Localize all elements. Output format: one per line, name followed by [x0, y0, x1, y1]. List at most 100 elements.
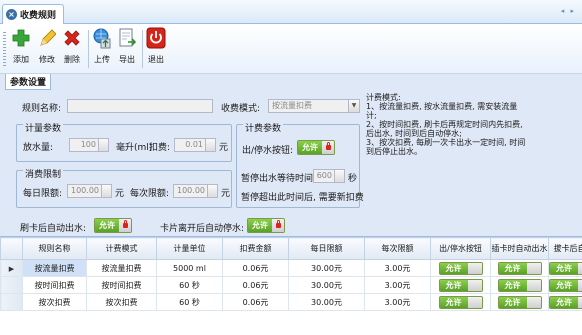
- grid-toggle-on: 允许: [439, 296, 468, 308]
- export-label: 导出: [119, 55, 135, 64]
- cell-toggle[interactable]: 允许: [430, 276, 491, 294]
- swipe-auto-toggle-on: 允许: [95, 219, 119, 232]
- grid-toggle[interactable]: 允许: [438, 278, 483, 292]
- cell-daily[interactable]: 30.00元: [288, 276, 365, 294]
- cell-name[interactable]: 按流量扣费: [22, 259, 87, 277]
- delete-x-icon: [62, 26, 82, 50]
- grid-toggle[interactable]: 允许: [549, 295, 582, 309]
- column-header[interactable]: 计费模式: [86, 237, 157, 260]
- cell-fee[interactable]: 0.06元: [222, 276, 289, 294]
- upload-button[interactable]: 上传: [91, 26, 113, 65]
- cell-toggle[interactable]: 允许: [490, 276, 549, 294]
- grid-toggle-off: [526, 279, 541, 291]
- stop-button-toggle[interactable]: 允许: [297, 140, 335, 155]
- cell-fee[interactable]: 0.06元: [222, 259, 289, 277]
- leave-stop-toggle[interactable]: 允许: [247, 218, 285, 233]
- column-header[interactable]: 扣费金额: [222, 237, 289, 260]
- column-header[interactable]: 规则名称: [22, 237, 87, 260]
- cell-fee[interactable]: 0.06元: [222, 293, 289, 311]
- grid-toggle[interactable]: 允许: [438, 295, 483, 309]
- cell-toggle[interactable]: 允许: [548, 293, 582, 311]
- grid-header-row: 规则名称 计费模式 计量单位 扣费金额 每日限额 每次限额 出/停水按钮 插卡时…: [0, 237, 582, 260]
- cell-each[interactable]: 3.00元: [364, 259, 431, 277]
- cell-each[interactable]: 3.00元: [364, 276, 431, 294]
- delete-button[interactable]: 删除: [61, 26, 83, 65]
- cell-each[interactable]: 3.00元: [364, 293, 431, 311]
- cell-toggle[interactable]: 允许: [548, 259, 582, 277]
- edit-label: 修改: [39, 55, 55, 64]
- cell-mode[interactable]: 按时间扣费: [86, 276, 157, 294]
- column-header[interactable]: 计量单位: [156, 237, 223, 260]
- column-header[interactable]: 出/停水按钮: [430, 237, 491, 260]
- deduct-spinner[interactable]: 0.01: [174, 138, 216, 152]
- tab-title: 收费规则: [20, 11, 57, 21]
- each-limit-spinner[interactable]: 100.00: [173, 184, 218, 198]
- grid-toggle[interactable]: 允许: [549, 261, 582, 275]
- grid-toggle[interactable]: 允许: [438, 261, 483, 275]
- grid-toggle-on: 允许: [550, 296, 578, 308]
- column-header[interactable]: 每次限额: [364, 237, 431, 260]
- column-header[interactable]: 拔卡后自: [548, 237, 582, 260]
- rule-name-input[interactable]: [67, 99, 213, 113]
- mode-select[interactable]: 按流量扣费 ▼: [268, 99, 360, 113]
- grid-toggle[interactable]: 允许: [497, 278, 542, 292]
- each-limit-label: 每次限额:: [130, 189, 170, 199]
- toolbar-separator: [88, 30, 89, 68]
- row-pointer[interactable]: ▶: [0, 259, 23, 277]
- cell-toggle[interactable]: 允许: [490, 293, 549, 311]
- chevron-down-icon[interactable]: ▼: [348, 100, 359, 112]
- column-header[interactable]: 每日限额: [288, 237, 365, 260]
- add-button[interactable]: 添加: [10, 26, 32, 65]
- exit-button[interactable]: 退出: [145, 26, 167, 65]
- tab-fee-rules[interactable]: × 收费规则: [2, 4, 64, 24]
- cell-unit[interactable]: 60 秒: [156, 276, 223, 294]
- cell-toggle[interactable]: 允许: [430, 293, 491, 311]
- parameter-panel: 参数设置 规则名称: 收费模式: 按流量扣费 ▼ 计量参数 放水量: 100 毫…: [0, 74, 582, 237]
- cell-name[interactable]: 按次扣费: [22, 293, 87, 311]
- grid-toggle-off: [578, 262, 582, 274]
- mode-label: 收费模式:: [221, 104, 261, 114]
- table-row[interactable]: ▶ 按流量扣费 按流量扣费 5000 ml 0.06元 30.00元 3.00元…: [0, 259, 582, 277]
- cell-mode[interactable]: 按次扣费: [86, 293, 157, 311]
- cell-unit[interactable]: 5000 ml: [156, 259, 223, 277]
- grid-toggle-off: [467, 279, 482, 291]
- grid-toggle-on: 允许: [439, 279, 468, 291]
- tab-bar: × 收费规则 ◂ ▸: [0, 0, 582, 24]
- row-pointer[interactable]: [0, 293, 23, 311]
- daily-limit-spinner[interactable]: 100.00: [67, 184, 112, 198]
- cell-toggle[interactable]: 允许: [430, 259, 491, 277]
- row-pointer[interactable]: [0, 276, 23, 294]
- toolbar-grip-icon: [3, 32, 6, 66]
- tab-scroll-arrows-icon[interactable]: ◂ ▸: [561, 7, 576, 15]
- cell-unit[interactable]: 60 秒: [156, 293, 223, 311]
- edit-button[interactable]: 修改: [36, 26, 58, 65]
- tab-close-icon[interactable]: ×: [6, 9, 17, 20]
- grid-toggle-off: [526, 296, 541, 308]
- wait-time-spinner[interactable]: 600: [313, 169, 345, 183]
- table-row[interactable]: 按次扣费 按次扣费 60 秒 0.06元 30.00元 3.00元 允许 允许 …: [0, 293, 582, 311]
- swipe-auto-toggle[interactable]: 允许: [94, 218, 132, 233]
- column-header[interactable]: 插卡时自动出水: [490, 237, 549, 260]
- upload-label: 上传: [94, 55, 110, 64]
- table-row[interactable]: 按时间扣费 按时间扣费 60 秒 0.06元 30.00元 3.00元 允许 允…: [0, 276, 582, 294]
- grid-toggle[interactable]: 允许: [549, 278, 582, 292]
- water-amount-spinner[interactable]: 100: [69, 138, 109, 152]
- metering-legend: 计量参数: [23, 121, 64, 134]
- daily-limit-unit: 元: [115, 189, 125, 199]
- metering-fieldset: 计量参数 放水量: 100 毫升(ml) 扣费: 0.01 元: [16, 121, 232, 162]
- wait-time-note: 暂停超出此时间后, 需要新扣费: [241, 193, 364, 203]
- limit-fieldset: 消费限制 每日限额: 100.00 元 每次限额: 100.00 元: [16, 167, 232, 208]
- cell-daily[interactable]: 30.00元: [288, 259, 365, 277]
- wait-time-label: 暂停出水等待时间:: [241, 174, 317, 184]
- cell-toggle[interactable]: 允许: [548, 276, 582, 294]
- grid-toggle[interactable]: 允许: [497, 261, 542, 275]
- cell-daily[interactable]: 30.00元: [288, 293, 365, 311]
- panel-title: 参数设置: [5, 74, 52, 90]
- grid-toggle[interactable]: 允许: [497, 295, 542, 309]
- cell-toggle[interactable]: 允许: [490, 259, 549, 277]
- export-button[interactable]: 导出: [116, 26, 138, 65]
- cell-name[interactable]: 按时间扣费: [22, 276, 87, 294]
- lock-icon: [325, 142, 331, 150]
- grid-toggle-on: 允许: [439, 262, 468, 274]
- cell-mode[interactable]: 按流量扣费: [86, 259, 157, 277]
